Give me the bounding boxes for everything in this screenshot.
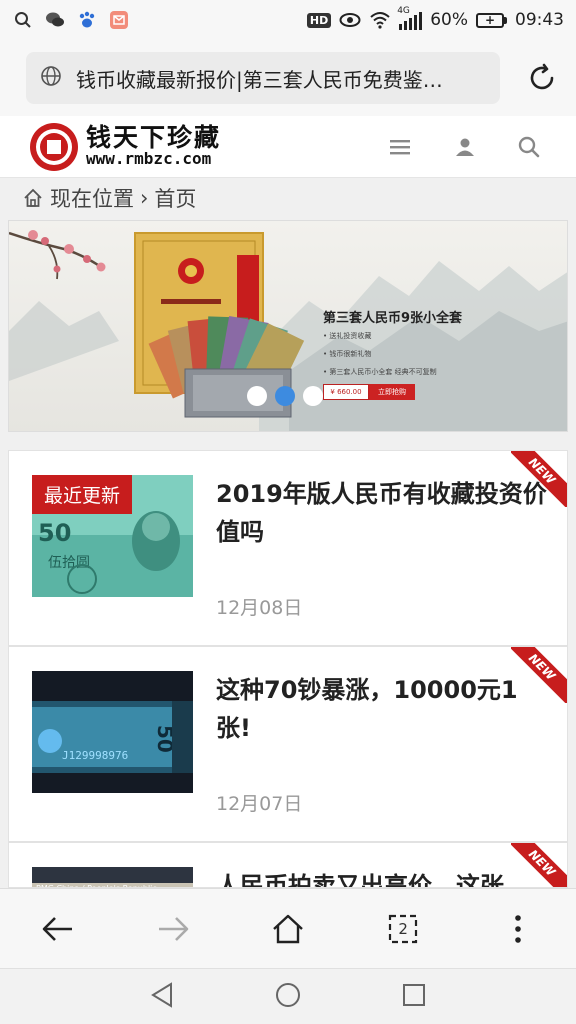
- system-home-button[interactable]: [274, 981, 302, 1013]
- circle-home-icon: [275, 982, 300, 1007]
- new-label: NEW: [511, 451, 567, 507]
- user-button[interactable]: [452, 134, 478, 160]
- new-ribbon: NEW: [511, 647, 567, 703]
- new-label: NEW: [511, 647, 567, 703]
- article-thumbnail[interactable]: J129998976 50: [32, 671, 193, 793]
- site-header: 钱天下珍藏 www.rmbzc.com: [0, 116, 576, 178]
- back-arrow-icon: [42, 916, 72, 941]
- home-icon: [24, 188, 42, 207]
- carousel-dot-2[interactable]: [275, 386, 295, 406]
- latest-update-tag: 最近更新: [32, 475, 133, 514]
- triangle-back-icon: [151, 981, 173, 1008]
- carousel-dot-1[interactable]: [247, 386, 267, 406]
- breadcrumb-label: 现在位置: [50, 187, 134, 211]
- banner-bullet-2: • 钱币很新礼物: [323, 350, 372, 358]
- article-title[interactable]: 这种70钞暴涨，10000元1张!: [216, 671, 552, 747]
- search-icon: [518, 136, 540, 157]
- article-card[interactable]: J129998976 50 这种70钞暴涨，10000元1张! 12月07日 N…: [8, 646, 568, 842]
- tabs-count: 2: [398, 919, 408, 938]
- signal-icon: 4G: [397, 6, 423, 30]
- logo-title: 钱天下珍藏: [86, 122, 222, 152]
- wechat-icon: [44, 9, 66, 31]
- browser-toolbar: 2: [0, 888, 576, 968]
- svg-text:J129998976: J129998976: [62, 749, 128, 762]
- globe-icon: [40, 65, 62, 91]
- baidu-paw-icon: [76, 9, 98, 31]
- breadcrumb: 现在位置 › 首页: [0, 178, 576, 218]
- more-menu-button[interactable]: [493, 904, 543, 954]
- address-bar-row: 钱币收藏最新报价|第三套人民币免费鉴…: [0, 40, 576, 116]
- banner-price: ¥ 660.00: [323, 384, 369, 400]
- logo-url: www.rmbzc.com: [86, 149, 212, 169]
- new-label: NEW: [511, 843, 567, 887]
- more-vertical-icon: [515, 914, 522, 943]
- breadcrumb-current[interactable]: 首页: [154, 183, 196, 213]
- article-card[interactable]: PMG China / People's Republic 人民币拍卖又出高价，…: [8, 842, 568, 888]
- forward-arrow-icon: [158, 916, 189, 941]
- square-recents-icon: [402, 983, 425, 1006]
- svg-text:伍拾圆: 伍拾圆: [48, 555, 90, 571]
- system-indicators: HD 4G 60% + 09:43: [306, 6, 564, 31]
- promo-banner[interactable]: 第三套人民币9张小全套 • 送礼投资收藏 • 钱币很新礼物 • 第三套人民币小全…: [8, 220, 568, 432]
- mail-app-icon: [108, 9, 130, 31]
- system-back-button[interactable]: [149, 981, 175, 1013]
- hd-badge: HD: [306, 12, 332, 28]
- reload-button[interactable]: [522, 58, 562, 98]
- clock: 09:43: [515, 10, 564, 30]
- svg-text:50: 50: [38, 519, 71, 547]
- article-title[interactable]: 人民币拍卖又出高价，这张: [216, 867, 552, 887]
- wifi-icon: [369, 9, 391, 31]
- header-actions: [388, 134, 548, 160]
- battery-icon: +: [476, 12, 507, 28]
- system-recents-button[interactable]: [401, 982, 427, 1012]
- coin-logo-icon: [30, 122, 78, 171]
- battery-percent: 60%: [430, 10, 468, 30]
- article-date: 12月07日: [216, 793, 303, 815]
- user-icon: [456, 138, 474, 156]
- banner-buy-button[interactable]: 立即抢购: [369, 384, 415, 400]
- notification-icons: [12, 9, 130, 31]
- new-ribbon: NEW: [511, 843, 567, 887]
- status-bar: HD 4G 60% + 09:43: [0, 0, 576, 40]
- site-logo[interactable]: 钱天下珍藏 www.rmbzc.com: [28, 121, 221, 173]
- banner-title: 第三套人民币9张小全套: [323, 311, 463, 326]
- new-ribbon: NEW: [511, 451, 567, 507]
- article-thumbnail[interactable]: 50 伍拾圆 最近更新: [32, 475, 193, 597]
- banner-bullet-3: • 第三套人民币小全套 经典不可复制: [323, 368, 437, 376]
- page-title-url[interactable]: 钱币收藏最新报价|第三套人民币免费鉴…: [76, 64, 486, 93]
- banner-bullet-1: • 送礼投资收藏: [323, 332, 372, 340]
- article-thumbnail[interactable]: PMG China / People's Republic: [32, 867, 193, 887]
- home-button[interactable]: [263, 904, 313, 954]
- breadcrumb-separator: ›: [140, 186, 149, 210]
- site-search-button[interactable]: [516, 134, 542, 160]
- address-bar[interactable]: 钱币收藏最新报价|第三套人民币免费鉴…: [26, 52, 500, 104]
- network-type: 4G: [397, 6, 410, 16]
- article-card[interactable]: 50 伍拾圆 最近更新 2019年版人民币有收藏投资价值吗 12月08日 NEW: [8, 450, 568, 646]
- article-title[interactable]: 2019年版人民币有收藏投资价值吗: [216, 475, 552, 551]
- hamburger-icon: [390, 139, 410, 154]
- back-button[interactable]: [33, 904, 83, 954]
- eye-icon: [339, 9, 361, 31]
- carousel-dot-3[interactable]: [303, 386, 323, 406]
- system-nav-bar: [0, 968, 576, 1024]
- home-icon: [273, 914, 303, 943]
- search-notification-icon: [12, 9, 34, 31]
- reload-icon: [530, 63, 554, 90]
- menu-button[interactable]: [388, 134, 414, 160]
- tabs-button[interactable]: 2: [378, 904, 428, 954]
- forward-button[interactable]: [148, 904, 198, 954]
- article-date: 12月08日: [216, 597, 303, 619]
